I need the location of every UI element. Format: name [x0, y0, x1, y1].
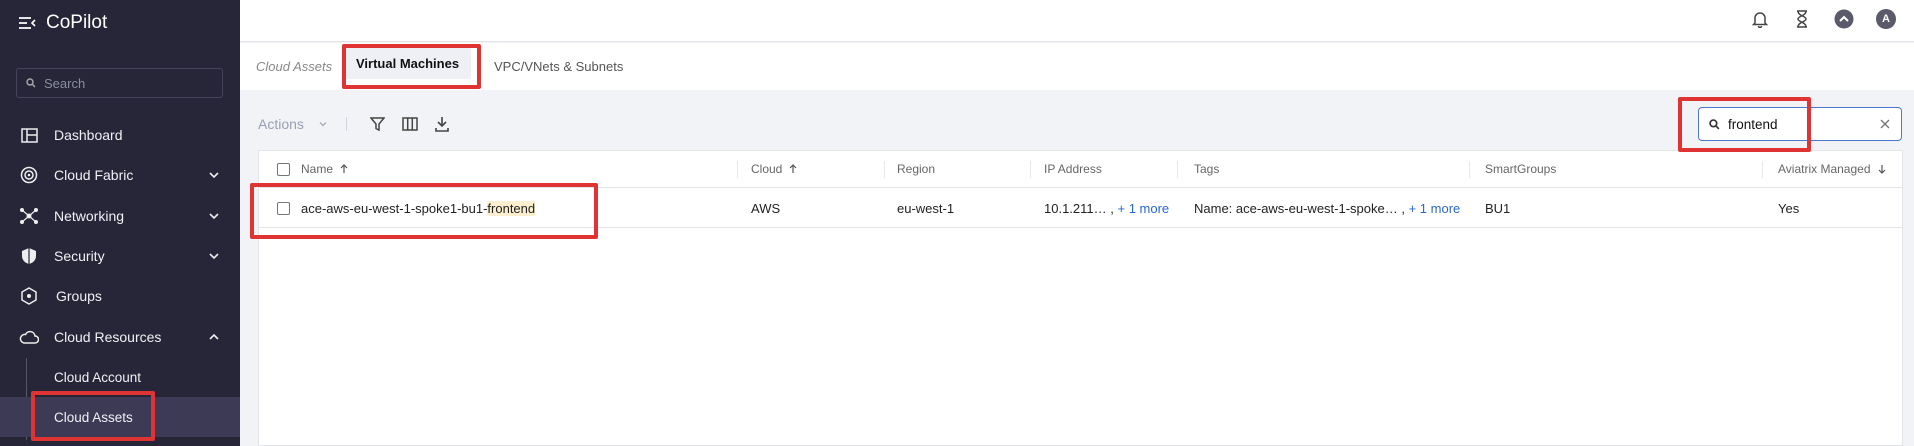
- column-divider: [884, 161, 885, 178]
- networking-icon: [19, 206, 39, 226]
- close-icon[interactable]: [1879, 118, 1891, 130]
- cell-cloud: AWS: [751, 201, 781, 216]
- search-icon: [26, 78, 36, 88]
- column-label: Tags: [1194, 162, 1220, 176]
- ip-value: 10.1.211… ,: [1044, 201, 1114, 216]
- chevron-up-circle-icon[interactable]: [1834, 9, 1854, 29]
- cloud-icon: [19, 327, 39, 347]
- column-divider: [1177, 161, 1178, 178]
- sidebar-item-security[interactable]: Security: [0, 236, 240, 276]
- highlight-box-search: [1678, 97, 1811, 152]
- column-divider: [1762, 161, 1763, 178]
- column-label: Aviatrix Managed: [1778, 162, 1871, 176]
- tab-vpc-vnets-subnets[interactable]: VPC/VNets & Subnets: [494, 59, 623, 74]
- sidebar-item-networking[interactable]: Networking: [0, 196, 240, 236]
- chevron-up-icon: [209, 333, 219, 340]
- chevron-down-icon: [319, 122, 327, 127]
- arrow-down-icon: [1878, 165, 1885, 174]
- sidebar-item-label: Cloud Resources: [54, 329, 162, 345]
- app-title: CoPilot: [46, 12, 108, 33]
- sidebar-search-input[interactable]: [44, 75, 214, 91]
- sidebar-search[interactable]: [16, 68, 223, 98]
- chevron-down-icon: [209, 213, 219, 220]
- column-label: Cloud: [751, 162, 783, 176]
- chevron-down-icon: [209, 172, 219, 179]
- tabs-bar: Cloud Assets Virtual Machines VPC/VNets …: [240, 43, 1914, 90]
- top-bar: A: [240, 0, 1914, 42]
- actions-dropdown[interactable]: Actions: [258, 116, 328, 132]
- download-icon[interactable]: [433, 115, 451, 133]
- dashboard-icon: [19, 125, 39, 145]
- filter-icon[interactable]: [369, 115, 387, 133]
- groups-icon: [19, 286, 39, 306]
- sidebar: CoPilot Dashboard Cloud Fabric Networkin…: [0, 0, 240, 446]
- menu-collapse-icon[interactable]: [18, 14, 36, 32]
- cell-smartgroups: BU1: [1485, 201, 1511, 216]
- highlight-box-tab: [342, 44, 481, 89]
- cloud-fabric-icon: [19, 165, 39, 185]
- brand: CoPilot: [18, 12, 107, 34]
- tags-value: Name: ace-aws-eu-west-1-spoke… ,: [1194, 201, 1405, 216]
- column-label: Region: [897, 162, 936, 176]
- arrow-up-icon: [789, 164, 797, 173]
- sidebar-item-dashboard[interactable]: Dashboard: [0, 115, 240, 155]
- column-header-tags[interactable]: Tags: [1194, 162, 1219, 176]
- column-header-name[interactable]: Name: [301, 162, 349, 176]
- tab-cloud-assets[interactable]: Cloud Assets: [256, 59, 332, 74]
- shield-icon: [19, 246, 39, 266]
- arrow-up-icon: [340, 164, 348, 173]
- column-label: SmartGroups: [1485, 162, 1557, 176]
- column-header-aviatrix-managed[interactable]: Aviatrix Managed: [1778, 162, 1887, 176]
- cell-tags: Name: ace-aws-eu-west-1-spoke… , + 1 mor…: [1194, 201, 1460, 216]
- chevron-down-icon: [209, 253, 219, 260]
- column-divider: [1030, 161, 1031, 178]
- cell-aviatrix-managed: Yes: [1778, 201, 1800, 216]
- sidebar-item-label: Networking: [54, 208, 125, 224]
- column-label: IP Address: [1044, 162, 1102, 176]
- sidebar-item-groups[interactable]: Groups: [0, 276, 240, 316]
- sidebar-item-label: Cloud Fabric: [54, 167, 134, 183]
- column-label: Name: [301, 162, 334, 176]
- sidebar-item-label: Security: [54, 248, 105, 264]
- sidebar-item-label: Dashboard: [54, 127, 123, 143]
- hourglass-icon[interactable]: [1792, 9, 1812, 29]
- cell-ip-address: 10.1.211… , + 1 more: [1044, 201, 1169, 216]
- toolbar: Actions: [258, 112, 465, 136]
- cell-region: eu-west-1: [897, 201, 955, 216]
- tags-more-link[interactable]: + 1 more: [1409, 201, 1461, 216]
- sidebar-item-cloud-fabric[interactable]: Cloud Fabric: [0, 155, 240, 195]
- highlight-box-sidebar: [31, 391, 155, 441]
- column-divider: [737, 161, 738, 178]
- column-divider: [1469, 161, 1470, 178]
- column-header-cloud[interactable]: Cloud: [751, 162, 798, 176]
- avatar[interactable]: A: [1876, 9, 1896, 29]
- ip-more-link[interactable]: + 1 more: [1118, 201, 1170, 216]
- actions-label: Actions: [258, 116, 304, 132]
- toolbar-divider: [345, 117, 347, 131]
- highlight-box-row: [250, 183, 598, 239]
- column-header-ip-address[interactable]: IP Address: [1044, 162, 1102, 176]
- sidebar-item-cloud-resources[interactable]: Cloud Resources: [0, 317, 240, 357]
- select-all-checkbox[interactable]: [277, 163, 290, 176]
- column-header-smartgroups[interactable]: SmartGroups: [1485, 162, 1556, 176]
- sidebar-item-label: Groups: [56, 288, 102, 304]
- columns-icon[interactable]: [401, 115, 419, 133]
- bell-icon[interactable]: [1750, 9, 1770, 29]
- sidebar-subitem-label: Cloud Account: [54, 369, 142, 385]
- column-header-region[interactable]: Region: [897, 162, 935, 176]
